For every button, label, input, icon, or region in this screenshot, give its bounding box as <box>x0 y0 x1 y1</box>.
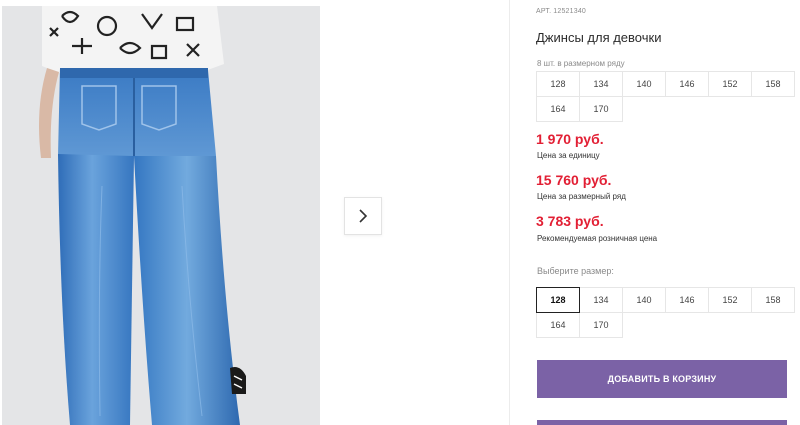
choose-size-label: Выберите размер: <box>537 266 614 276</box>
size-selector: 128 134 140 146 152 158 164 170 <box>536 287 795 338</box>
unit-price-label: Цена за единицу <box>537 151 600 160</box>
product-gallery <box>0 0 510 425</box>
size-option-134[interactable]: 134 <box>579 287 623 313</box>
product-title: Джинсы для девочки <box>536 30 662 45</box>
size-option-128[interactable]: 128 <box>536 287 580 313</box>
size-row-cell: 134 <box>579 71 623 97</box>
secondary-action-button[interactable] <box>537 420 787 425</box>
row-price: 15 760 руб. <box>536 172 612 188</box>
article-value: 12521340 <box>553 8 587 15</box>
size-row-cell: 140 <box>622 71 666 97</box>
article-prefix: АРТ. <box>536 8 552 15</box>
size-option-152[interactable]: 152 <box>708 287 752 313</box>
size-option-140[interactable]: 140 <box>622 287 666 313</box>
size-row-cell: 152 <box>708 71 752 97</box>
size-row-grid: 128 134 140 146 152 158 164 170 <box>536 71 795 122</box>
row-price-label: Цена за размерный ряд <box>537 192 626 201</box>
size-row-cell: 146 <box>665 71 709 97</box>
size-option-146[interactable]: 146 <box>665 287 709 313</box>
size-row-cell: 158 <box>751 71 795 97</box>
retail-price-label: Рекомендуемая розничная цена <box>537 234 658 243</box>
product-photo <box>2 6 320 425</box>
unit-price: 1 970 руб. <box>536 131 604 147</box>
size-row-cell: 164 <box>536 96 580 122</box>
gallery-next-button[interactable] <box>344 197 382 235</box>
article-number: АРТ. 12521340 <box>536 8 588 15</box>
size-option-164[interactable]: 164 <box>536 312 580 338</box>
add-to-cart-button[interactable]: ДОБАВИТЬ В КОРЗИНУ <box>537 360 787 398</box>
size-row-count: 8 шт. в размерном ряду <box>537 59 625 68</box>
size-row-cell: 170 <box>579 96 623 122</box>
chevron-right-icon <box>359 209 368 223</box>
size-option-158[interactable]: 158 <box>751 287 795 313</box>
size-option-170[interactable]: 170 <box>579 312 623 338</box>
size-row-cell: 128 <box>536 71 580 97</box>
retail-price: 3 783 руб. <box>536 213 604 229</box>
